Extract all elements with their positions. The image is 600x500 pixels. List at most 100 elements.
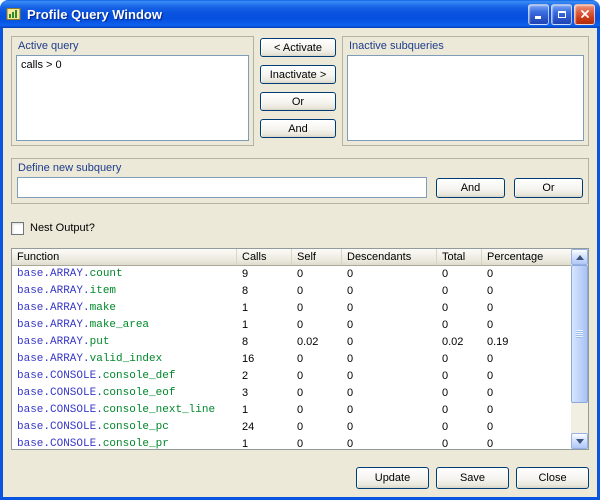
function-feature: console_def — [103, 370, 176, 382]
inactive-subqueries-list[interactable] — [347, 55, 584, 141]
titlebar[interactable]: Profile Query Window — [0, 0, 600, 28]
scroll-up-button[interactable] — [571, 249, 588, 265]
active-query-label: Active query — [18, 40, 249, 52]
table-row[interactable]: base.ARRAY.make_area 1 0 0 0 0 — [12, 317, 571, 334]
self-cell: 0.02 — [292, 334, 342, 351]
total-cell: 0 — [437, 266, 482, 283]
self-cell: 0 — [292, 317, 342, 334]
scrollbar-thumb[interactable] — [571, 265, 588, 403]
function-feature: console_eof — [103, 387, 176, 399]
total-cell: 0 — [437, 368, 482, 385]
nest-output-row: Nest Output? — [11, 220, 589, 236]
percentage-cell: 0.19 — [482, 334, 571, 351]
total-cell: 0.02 — [437, 334, 482, 351]
calls-cell: 3 — [237, 385, 292, 402]
function-qualifier: base.CONSOLE. — [17, 438, 103, 449]
table-scrollbar[interactable] — [571, 249, 588, 449]
define-subquery-row: And Or — [16, 177, 584, 199]
inactivate-button[interactable]: Inactivate > — [260, 65, 336, 84]
function-feature: console_next_line — [103, 404, 215, 416]
scroll-down-button[interactable] — [571, 433, 588, 449]
total-cell: 0 — [437, 351, 482, 368]
percentage-cell: 0 — [482, 402, 571, 419]
calls-cell: 1 — [237, 436, 292, 449]
function-cell: base.ARRAY.count — [12, 266, 237, 283]
column-header-descendants[interactable]: Descendants — [342, 249, 437, 265]
table-row[interactable]: base.ARRAY.put 8 0.02 0 0.02 0.19 — [12, 334, 571, 351]
table-row[interactable]: base.CONSOLE.console_pc 24 0 0 0 0 — [12, 419, 571, 436]
function-qualifier: base.ARRAY. — [17, 353, 90, 365]
function-feature: console_pr — [103, 438, 169, 449]
active-query-item[interactable]: calls > 0 — [21, 58, 244, 72]
function-cell: base.ARRAY.make — [12, 300, 237, 317]
table-row[interactable]: base.ARRAY.item 8 0 0 0 0 — [12, 283, 571, 300]
descendants-cell: 0 — [342, 334, 437, 351]
results-table: Function Calls Self Descendants Total Pe… — [11, 248, 589, 450]
table-row[interactable]: base.CONSOLE.console_pr 1 0 0 0 0 — [12, 436, 571, 449]
active-query-list[interactable]: calls > 0 — [16, 55, 249, 141]
function-qualifier: base.ARRAY. — [17, 285, 90, 297]
percentage-cell: 0 — [482, 317, 571, 334]
calls-cell: 24 — [237, 419, 292, 436]
calls-cell: 2 — [237, 368, 292, 385]
save-button[interactable]: Save — [436, 467, 509, 489]
minimize-button[interactable] — [528, 4, 549, 25]
app-icon — [6, 6, 22, 22]
descendants-cell: 0 — [342, 351, 437, 368]
function-cell: base.ARRAY.item — [12, 283, 237, 300]
column-header-total[interactable]: Total — [437, 249, 482, 265]
descendants-cell: 0 — [342, 368, 437, 385]
percentage-cell: 0 — [482, 300, 571, 317]
subquery-input[interactable] — [17, 177, 427, 198]
descendants-cell: 0 — [342, 283, 437, 300]
self-cell: 0 — [292, 402, 342, 419]
scrollbar-track[interactable] — [571, 265, 588, 433]
percentage-cell: 0 — [482, 351, 571, 368]
function-cell: base.ARRAY.make_area — [12, 317, 237, 334]
results-table-main: Function Calls Self Descendants Total Pe… — [12, 249, 571, 449]
function-feature: count — [90, 268, 123, 280]
function-qualifier: base.CONSOLE. — [17, 387, 103, 399]
column-header-self[interactable]: Self — [292, 249, 342, 265]
close-dialog-button[interactable]: Close — [516, 467, 589, 489]
table-row[interactable]: base.ARRAY.make 1 0 0 0 0 — [12, 300, 571, 317]
table-body[interactable]: base.ARRAY.count 9 0 0 0 0 base.ARRAY.it… — [12, 266, 571, 449]
table-row[interactable]: base.CONSOLE.console_eof 3 0 0 0 0 — [12, 385, 571, 402]
nest-output-checkbox[interactable] — [11, 222, 24, 235]
total-cell: 0 — [437, 317, 482, 334]
update-button[interactable]: Update — [356, 467, 429, 489]
close-icon — [580, 9, 590, 19]
descendants-cell: 0 — [342, 436, 437, 449]
close-button[interactable] — [574, 4, 595, 25]
subquery-and-button[interactable]: And — [436, 178, 505, 198]
total-cell: 0 — [437, 283, 482, 300]
percentage-cell: 0 — [482, 266, 571, 283]
table-row[interactable]: base.CONSOLE.console_next_line 1 0 0 0 0 — [12, 402, 571, 419]
descendants-cell: 0 — [342, 266, 437, 283]
column-header-calls[interactable]: Calls — [237, 249, 292, 265]
self-cell: 0 — [292, 368, 342, 385]
total-cell: 0 — [437, 300, 482, 317]
total-cell: 0 — [437, 402, 482, 419]
function-cell: base.ARRAY.put — [12, 334, 237, 351]
function-qualifier: base.ARRAY. — [17, 302, 90, 314]
descendants-cell: 0 — [342, 419, 437, 436]
column-header-function[interactable]: Function — [12, 249, 237, 265]
table-row[interactable]: base.CONSOLE.console_def 2 0 0 0 0 — [12, 368, 571, 385]
subquery-or-button[interactable]: Or — [514, 178, 583, 198]
calls-cell: 16 — [237, 351, 292, 368]
calls-cell: 8 — [237, 334, 292, 351]
or-button[interactable]: Or — [260, 92, 336, 111]
and-button[interactable]: And — [260, 119, 336, 138]
maximize-button[interactable] — [551, 4, 572, 25]
function-qualifier: base.CONSOLE. — [17, 370, 103, 382]
table-row[interactable]: base.ARRAY.count 9 0 0 0 0 — [12, 266, 571, 283]
calls-cell: 1 — [237, 402, 292, 419]
function-feature: item — [90, 285, 116, 297]
total-cell: 0 — [437, 419, 482, 436]
activate-button[interactable]: < Activate — [260, 38, 336, 57]
inactive-subqueries-group: Inactive subqueries — [342, 36, 589, 146]
table-row[interactable]: base.ARRAY.valid_index 16 0 0 0 0 — [12, 351, 571, 368]
column-header-percentage[interactable]: Percentage — [482, 249, 571, 265]
function-qualifier: base.ARRAY. — [17, 268, 90, 280]
